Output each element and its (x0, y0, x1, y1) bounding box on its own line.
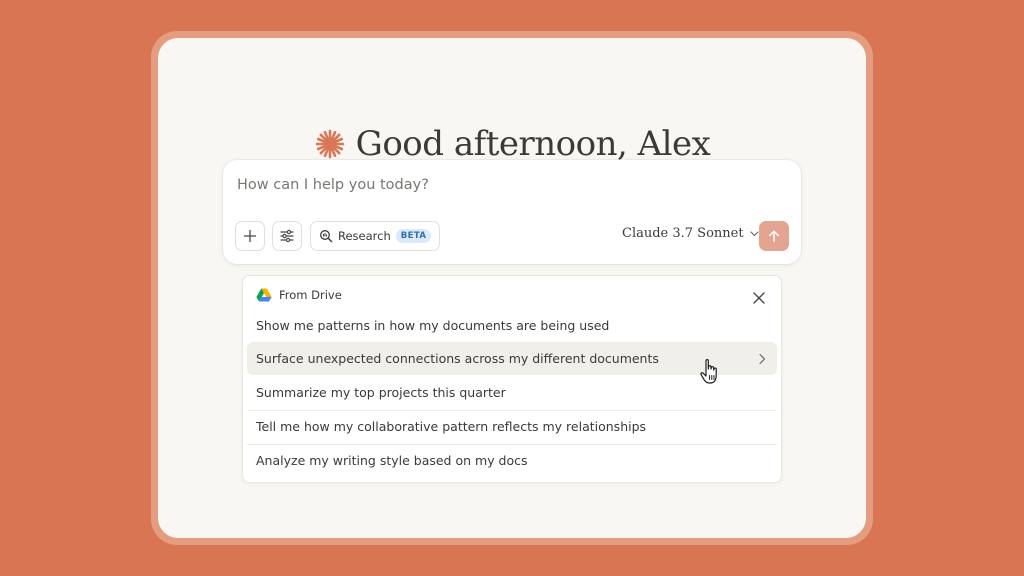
suggestion-item-hovered[interactable]: Surface unexpected connections across my… (247, 342, 777, 375)
send-button[interactable] (759, 221, 789, 251)
close-icon[interactable] (752, 291, 766, 305)
settings-sliders-button[interactable] (272, 221, 302, 251)
suggestion-item[interactable]: Tell me how my collaborative pattern ref… (247, 410, 777, 443)
model-selector[interactable]: Claude 3.7 Sonnet (622, 226, 759, 241)
app-window: Good afternoon, Alex How can I help you … (158, 38, 866, 538)
suggestions-header: From Drive (256, 288, 342, 302)
research-label: Research (338, 229, 391, 243)
hand-pointer-cursor (700, 359, 717, 384)
suggestion-item[interactable]: Show me patterns in how my documents are… (247, 309, 777, 342)
suggestion-text: Tell me how my collaborative pattern ref… (256, 419, 647, 434)
chevron-right-icon (759, 353, 766, 365)
google-drive-icon (256, 288, 272, 302)
message-input[interactable] (237, 174, 777, 196)
plus-icon (243, 229, 257, 243)
suggestions-source: From Drive (279, 288, 342, 302)
model-name: Claude 3.7 Sonnet (622, 226, 744, 241)
chat-composer: Research BETA Claude 3.7 Sonnet (223, 160, 801, 264)
sliders-icon (280, 229, 294, 243)
suggestion-text: Show me patterns in how my documents are… (256, 318, 610, 333)
research-button[interactable]: Research BETA (310, 221, 441, 251)
suggestion-text: Analyze my writing style based on my doc… (256, 453, 528, 468)
greeting-header: Good afternoon, Alex (158, 124, 866, 164)
suggestion-item[interactable]: Analyze my writing style based on my doc… (247, 444, 777, 477)
suggestion-text: Summarize my top projects this quarter (256, 385, 506, 400)
add-attachment-button[interactable] (235, 221, 265, 251)
suggestion-text: Surface unexpected connections across my… (256, 351, 659, 366)
beta-badge: BETA (395, 229, 432, 243)
arrow-up-icon (769, 230, 779, 242)
suggestion-item[interactable]: Summarize my top projects this quarter (247, 376, 777, 409)
claude-star-icon (315, 129, 344, 159)
research-icon (320, 230, 333, 243)
chevron-down-icon (749, 230, 759, 236)
greeting-title: Good afternoon, Alex (355, 124, 711, 164)
